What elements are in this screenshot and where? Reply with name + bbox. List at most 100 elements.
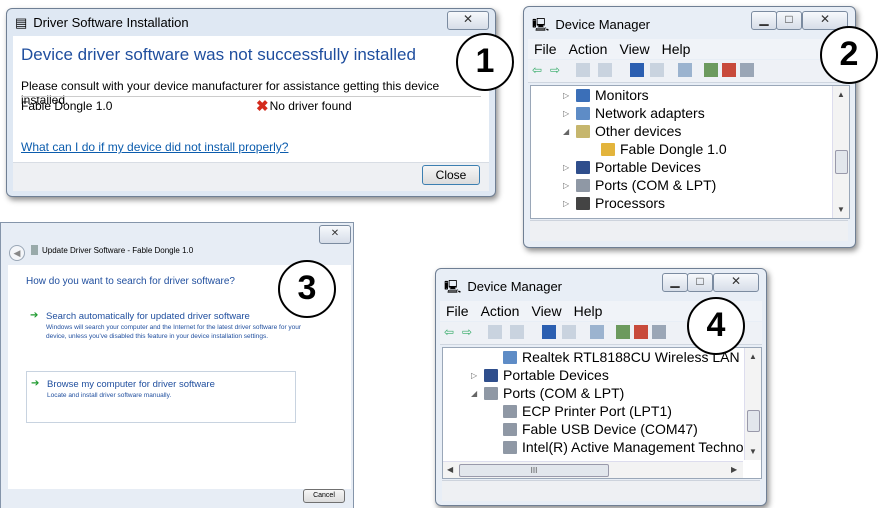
disable-icon[interactable] (740, 63, 754, 77)
scroll-grip: III (530, 466, 538, 475)
tree-item-portable-devices[interactable]: ▷ Portable Devices (471, 366, 609, 384)
scroll-up-icon[interactable]: ▲ (833, 90, 849, 99)
horizontal-scrollbar[interactable]: ◀ III ▶ (443, 461, 743, 478)
menu-view[interactable]: View (531, 303, 561, 319)
uninstall-icon[interactable] (722, 63, 736, 77)
close-button[interactable]: Close (422, 165, 480, 185)
scroll-thumb[interactable] (835, 150, 848, 174)
menu-action[interactable]: Action (481, 303, 520, 319)
menu-view[interactable]: View (619, 41, 649, 57)
horizontal-scroll-thumb[interactable]: III (459, 464, 609, 477)
network-icon (576, 106, 590, 120)
update-driver-icon[interactable] (616, 325, 630, 339)
disable-icon[interactable] (652, 325, 666, 339)
device-manager-window: 🖳 Device Manager ▁ □ ✕ File Action View … (523, 6, 856, 248)
vertical-scrollbar[interactable]: ▲ ▼ (832, 86, 849, 218)
tree-item-ports[interactable]: ▷ Ports (COM & LPT) (563, 176, 716, 194)
forward-icon[interactable]: ⇨ (550, 63, 564, 77)
help-icon[interactable] (542, 325, 556, 339)
vertical-scrollbar[interactable]: ▲ ▼ (744, 348, 761, 460)
green-arrow-icon: ➔ (30, 310, 39, 321)
tree-item-label: Fable USB Device (COM47) (522, 421, 698, 437)
menu-file[interactable]: File (534, 41, 557, 57)
tree-item-other-devices[interactable]: ◢ Other devices (563, 122, 681, 140)
portable-device-icon (576, 160, 590, 174)
tree-item-portable-devices[interactable]: ▷ Portable Devices (563, 158, 701, 176)
cancel-button[interactable]: Cancel (303, 489, 345, 503)
port-icon (484, 386, 498, 400)
expand-arrow-icon[interactable]: ▷ (563, 181, 573, 190)
button-bar (13, 162, 489, 191)
scan-icon[interactable] (590, 325, 604, 339)
green-arrow-icon: ➔ (31, 378, 40, 389)
menu-bar: File Action View Help (528, 39, 851, 59)
grid-icon[interactable] (650, 63, 664, 77)
divider (21, 96, 481, 97)
scroll-right-icon[interactable]: ▶ (731, 465, 737, 474)
tree-item-network-adapters[interactable]: ▷ Network adapters (563, 104, 705, 122)
help-link[interactable]: What can I do if my device did not insta… (21, 140, 288, 154)
driver-install-icon: ▤ (15, 14, 28, 30)
tree-item-monitors[interactable]: ▷ Monitors (563, 86, 649, 104)
tree-item-processors[interactable]: ▷ Processors (563, 194, 665, 212)
scroll-up-icon[interactable]: ▲ (745, 352, 761, 361)
collapse-arrow-icon[interactable]: ◢ (471, 389, 481, 398)
status-text: No driver found (269, 99, 352, 113)
tree-item-intel-amt[interactable]: Intel(R) Active Management Technology (503, 438, 762, 456)
scroll-down-icon[interactable]: ▼ (745, 447, 761, 456)
minimize-icon[interactable]: ▁ (662, 273, 688, 292)
scan-icon[interactable] (678, 63, 692, 77)
back-icon[interactable]: ⇦ (444, 325, 458, 339)
expand-arrow-icon[interactable]: ▷ (563, 91, 573, 100)
scroll-thumb[interactable] (747, 410, 760, 432)
close-icon[interactable]: ✕ (447, 11, 489, 30)
tree-item-label: Processors (595, 195, 666, 211)
menu-file[interactable]: File (446, 303, 469, 319)
properties-icon[interactable] (510, 325, 524, 339)
view-icon[interactable] (576, 63, 590, 77)
option-title: Search automatically for updated driver … (46, 311, 250, 322)
device-manager-icon: 🖳 (444, 278, 462, 294)
device-tree: Realtek RTL8188CU Wireless LAN 802.11 ▷ … (442, 347, 762, 479)
view-icon[interactable] (488, 325, 502, 339)
menu-help[interactable]: Help (574, 303, 603, 319)
search-automatically-option[interactable]: ➔ Search automatically for updated drive… (26, 307, 306, 357)
tree-item-label: Intel(R) Active Management Technology (522, 439, 762, 455)
back-button-icon[interactable]: ◀ (9, 245, 25, 261)
browse-computer-option[interactable]: ➔ Browse my computer for driver software… (26, 371, 296, 423)
expand-arrow-icon[interactable]: ▷ (563, 199, 573, 208)
menu-help[interactable]: Help (662, 41, 691, 57)
expand-arrow-icon[interactable]: ▷ (471, 371, 481, 380)
expand-arrow-icon[interactable]: ▷ (563, 109, 573, 118)
tree-item-fable-usb-device[interactable]: Fable USB Device (COM47) (503, 420, 698, 438)
close-icon[interactable]: ✕ (713, 273, 759, 292)
collapse-arrow-icon[interactable]: ◢ (563, 127, 573, 136)
expand-arrow-icon[interactable]: ▷ (563, 163, 573, 172)
window-title: Device Manager (555, 16, 650, 32)
back-icon[interactable]: ⇦ (532, 63, 546, 77)
scroll-left-icon[interactable]: ◀ (447, 465, 453, 474)
dialog-body: Device driver software was not successfu… (13, 36, 489, 162)
grid-icon[interactable] (562, 325, 576, 339)
maximize-icon[interactable]: □ (776, 11, 802, 30)
scroll-down-icon[interactable]: ▼ (833, 205, 849, 214)
menu-action[interactable]: Action (569, 41, 608, 57)
forward-icon[interactable]: ⇨ (462, 325, 476, 339)
help-icon[interactable] (630, 63, 644, 77)
close-icon[interactable]: ✕ (319, 225, 351, 244)
properties-icon[interactable] (598, 63, 612, 77)
maximize-icon[interactable]: □ (687, 273, 713, 292)
port-icon (503, 440, 517, 454)
unknown-device-icon (576, 124, 590, 138)
tree-item-fable-dongle[interactable]: Fable Dongle 1.0 (601, 140, 727, 158)
driver-icon (31, 245, 38, 255)
uninstall-icon[interactable] (634, 325, 648, 339)
window-title: Driver Software Installation (33, 14, 189, 30)
update-driver-icon[interactable] (704, 63, 718, 77)
minimize-icon[interactable]: ▁ (751, 11, 777, 30)
processor-icon (576, 196, 590, 210)
tree-item-ports[interactable]: ◢ Ports (COM & LPT) (471, 384, 624, 402)
tree-item-label: Portable Devices (595, 159, 701, 175)
tree-item-label: Ports (COM & LPT) (503, 385, 625, 401)
tree-item-ecp-printer-port[interactable]: ECP Printer Port (LPT1) (503, 402, 672, 420)
